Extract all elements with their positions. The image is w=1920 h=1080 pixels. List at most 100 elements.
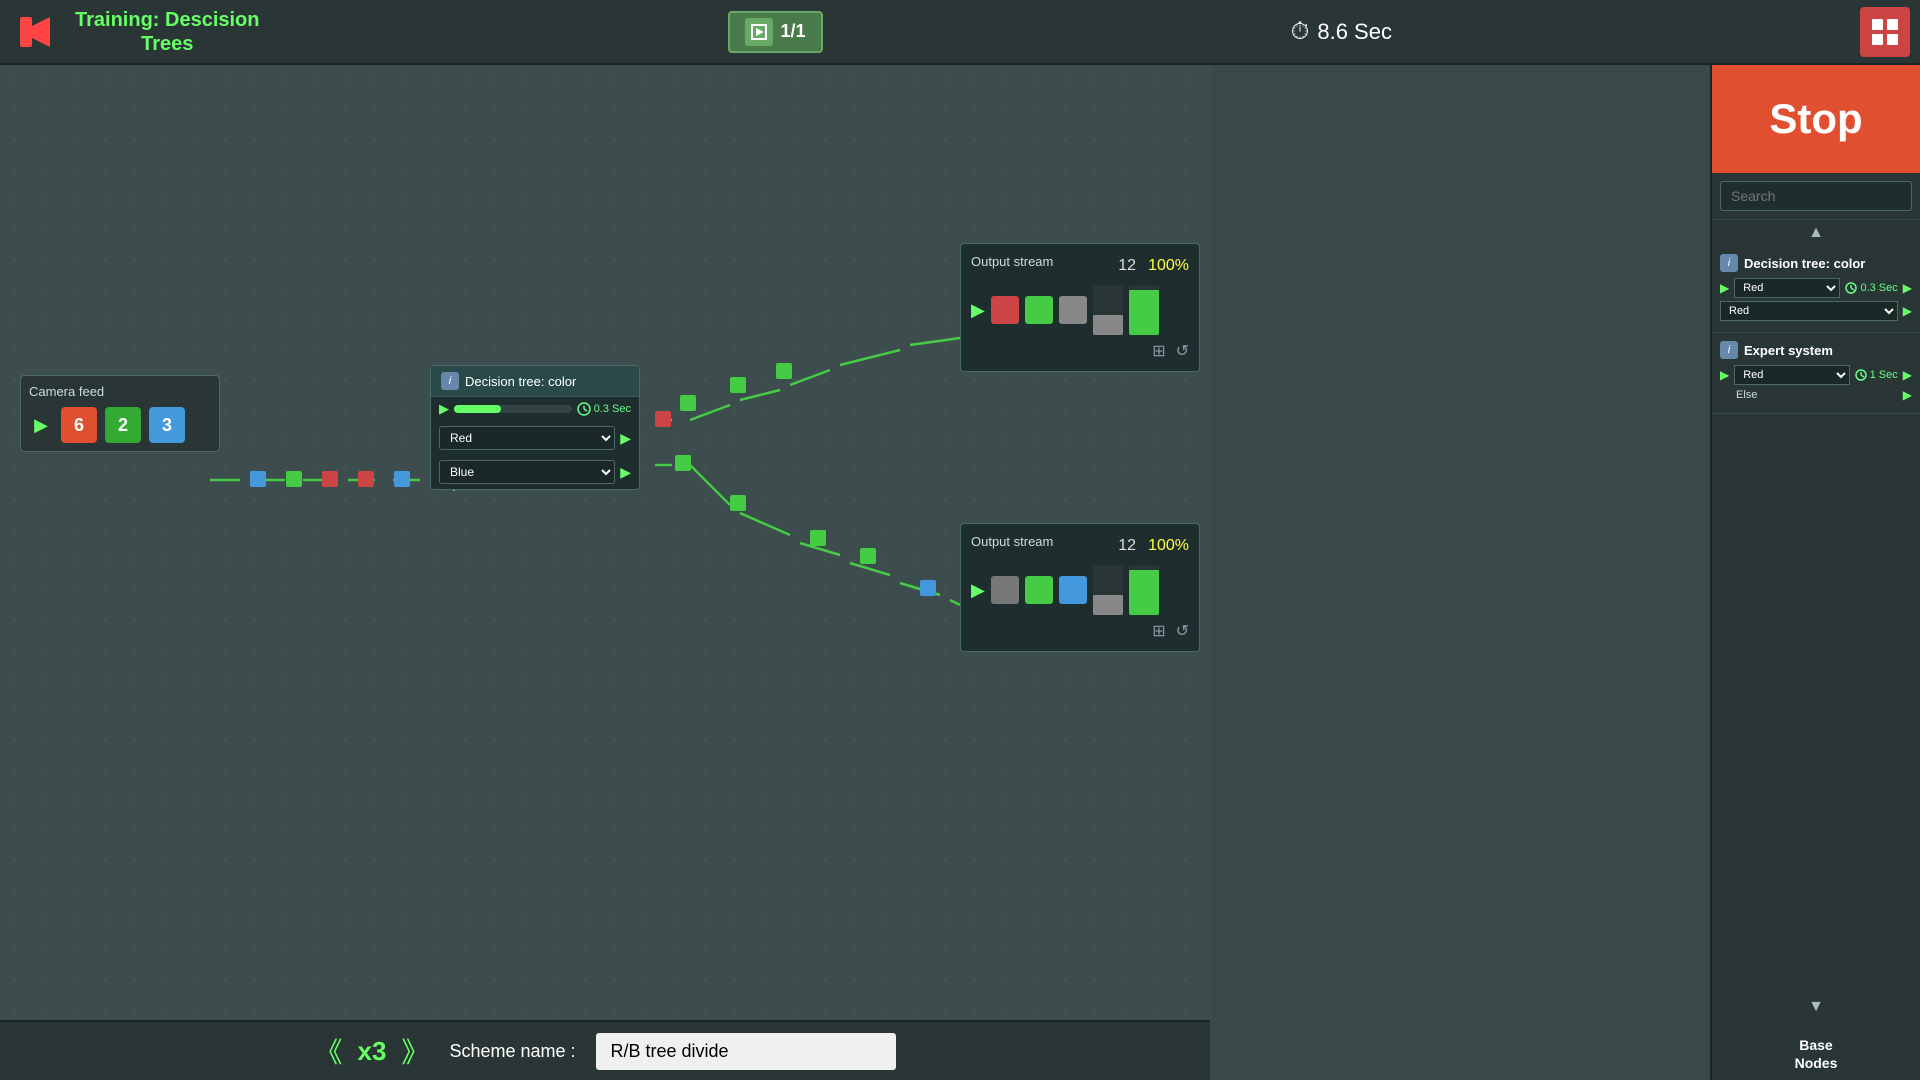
panel-item-2-badge: i — [1720, 341, 1738, 359]
decision-title: Decision tree: color — [465, 374, 576, 389]
panel-item-2-header: i Expert system — [1720, 341, 1912, 359]
decision-branch-2: Blue Red Green ▶ — [431, 455, 639, 489]
conn-node-red-1 — [322, 471, 338, 487]
conn-node-blue-1 — [250, 471, 266, 487]
scheme-name-input[interactable] — [596, 1033, 896, 1070]
decision-header: i Decision tree: color — [431, 366, 639, 397]
panel-item-2-arrow: ▶ — [1903, 368, 1912, 382]
header-center: 1/1 — [728, 11, 823, 53]
decision-branch-1-select[interactable]: Red Blue Green — [439, 426, 615, 450]
decision-timing: 0.3 Sec — [577, 402, 631, 416]
output-bottom-green — [1025, 576, 1053, 604]
output-top-play[interactable]: ▶ — [971, 300, 985, 321]
multiplier-nav: 《 x3 》 — [314, 1031, 429, 1071]
panel-item-1-arrow: ▶ — [1903, 281, 1912, 295]
canvas-area: Camera feed ▶ 6 2 3 ▶ i Decision tree: c… — [0, 65, 1210, 1020]
output-bottom-refresh-icon[interactable]: ↺ — [1176, 621, 1189, 641]
output-top-bar-gray — [1093, 285, 1123, 335]
panel-item-2-select[interactable]: Red Blue — [1734, 365, 1849, 385]
output-bottom-percent: 100% — [1148, 537, 1189, 555]
output-top-percent: 100% — [1148, 257, 1189, 275]
panel-item-1-badge: i — [1720, 254, 1738, 272]
output-top-row: ▶ — [971, 285, 1189, 335]
panel-item-1-timing: 0.3 Sec — [1845, 282, 1897, 294]
output-top-layers-icon[interactable]: ⊞ — [1152, 341, 1165, 361]
decision-branch-1: Red Blue Green ▶ — [431, 421, 639, 455]
search-input[interactable] — [1720, 181, 1912, 211]
decision-info-badge: i — [441, 372, 459, 390]
output-stream-bottom: Output stream 12 100% ▶ ⊞ ↺ — [960, 523, 1200, 652]
base-nodes-label: Base Nodes — [1795, 1036, 1838, 1072]
search-area — [1712, 173, 1920, 220]
multiplier-value: x3 — [358, 1036, 387, 1067]
timer-icon: ⏱ — [1291, 18, 1310, 46]
camera-item-2: 2 — [105, 407, 141, 443]
output-top-bar-green — [1129, 285, 1159, 335]
decision-branch-2-select[interactable]: Blue Red Green — [439, 460, 615, 484]
decision-tree-node: i Decision tree: color ▶ 0.3 Sec Red Blu… — [430, 365, 640, 490]
output-bottom-blue — [1059, 576, 1087, 604]
header-right-icon[interactable] — [1860, 7, 1910, 57]
camera-play-button[interactable]: ▶ — [29, 413, 53, 437]
output-bottom-play[interactable]: ▶ — [971, 580, 985, 601]
output-top-red — [991, 296, 1019, 324]
panel-item-1-select2[interactable]: Red Blue — [1720, 301, 1898, 321]
scheme-label: Scheme name : — [449, 1041, 575, 1062]
output-bottom-bar-green — [1129, 565, 1159, 615]
multiplier-left-arrow[interactable]: 《 — [314, 1031, 342, 1071]
scroll-area: ▲ — [1712, 220, 1920, 246]
panel-item-1-header: i Decision tree: color — [1720, 254, 1912, 272]
right-panel: Stop ▲ i Decision tree: color ▶ Red Blue… — [1710, 65, 1920, 1080]
output-stream-top: Output stream 12 100% ▶ ⊞ ↺ — [960, 243, 1200, 372]
output-top-gray — [1059, 296, 1087, 324]
post-decision-green-1 — [680, 395, 696, 411]
post-decision-green-2 — [730, 377, 746, 393]
timer-value: 8.6 Sec — [1317, 19, 1392, 45]
header-left: Training: Descision Trees — [10, 7, 259, 57]
output-bottom-row: ▶ — [971, 565, 1189, 615]
panel-item-1-row2: Red Blue ▶ — [1720, 301, 1912, 321]
multiplier-right-arrow[interactable]: 》 — [401, 1031, 429, 1071]
output-bottom-gray — [991, 576, 1019, 604]
output-top-refresh-icon[interactable]: ↺ — [1176, 341, 1189, 361]
panel-bottom: ▼ — [1712, 986, 1920, 1028]
scroll-up-button[interactable]: ▲ — [1804, 220, 1828, 246]
scroll-down-button[interactable]: ▼ — [1804, 994, 1828, 1020]
output-bottom-icons: ⊞ ↺ — [971, 621, 1189, 641]
page-indicator: 1/1 — [728, 11, 823, 53]
panel-item-2-row1: ▶ Red Blue 1 Sec ▶ — [1720, 365, 1912, 385]
base-nodes-label-container: Base Nodes — [1712, 1028, 1920, 1080]
panel-item-1-select[interactable]: Red Blue — [1734, 278, 1840, 298]
output-bottom-count: 12 — [1118, 537, 1136, 555]
panel-item-2-title: Expert system — [1744, 343, 1833, 358]
conn-node-blue-2 — [394, 471, 410, 487]
branch-1-arrow: ▶ — [620, 430, 631, 447]
camera-item-1: 6 — [61, 407, 97, 443]
panel-item-1-row1: ▶ Red Blue 0.3 Sec ▶ — [1720, 278, 1912, 298]
panel-item-2-play[interactable]: ▶ — [1720, 368, 1729, 382]
page-title: Training: Descision Trees — [75, 8, 259, 56]
post-decision-green-3 — [776, 363, 792, 379]
output-top-green — [1025, 296, 1053, 324]
bottom-bar: 《 x3 》 Scheme name : — [0, 1020, 1210, 1080]
panel-item-expert-system: i Expert system ▶ Red Blue 1 Sec ▶ Else … — [1712, 333, 1920, 414]
output-top-title: Output stream — [971, 254, 1053, 269]
panel-item-1-play[interactable]: ▶ — [1720, 281, 1729, 295]
header-timer: ⏱ 8.6 Sec — [1291, 18, 1392, 46]
output-bottom-bar-gray — [1093, 565, 1123, 615]
stop-button[interactable]: Stop — [1712, 65, 1920, 173]
panel-item-2-else-label: Else — [1720, 389, 1757, 401]
panel-item-1-title: Decision tree: color — [1744, 256, 1865, 271]
header: Training: Descision Trees 1/1 ⏱ 8.6 Sec — [0, 0, 1920, 65]
post-decision-green-b3 — [810, 530, 826, 546]
back-button[interactable] — [10, 7, 60, 57]
page-label: 1/1 — [781, 21, 806, 42]
branch-2-arrow: ▶ — [620, 464, 631, 481]
page-icon — [745, 18, 773, 46]
panel-item-decision-tree: i Decision tree: color ▶ Red Blue 0.3 Se… — [1712, 246, 1920, 333]
output-bottom-layers-icon[interactable]: ⊞ — [1152, 621, 1165, 641]
panel-item-2-timing: 1 Sec — [1855, 369, 1898, 381]
conn-node-green-1 — [286, 471, 302, 487]
post-decision-red — [655, 411, 671, 427]
camera-feed-title: Camera feed — [29, 384, 211, 399]
